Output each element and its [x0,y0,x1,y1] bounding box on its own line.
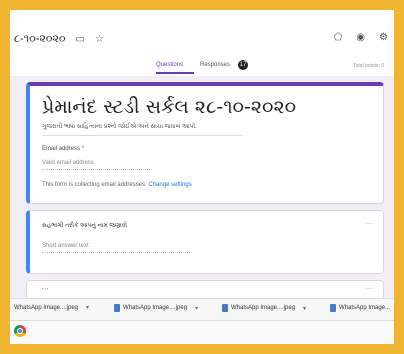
palette-icon[interactable]: ⬠ [334,32,343,43]
top-strip [10,10,394,18]
email-field: Valid email address [42,160,152,170]
download-name: WhatsApp Image....jpeg [123,305,188,311]
next-question-card[interactable]: ⋯ ⋯ [26,280,384,300]
collect-note-text: This form is collecting email addresses. [42,182,147,188]
doc-header: ૮-૧૦-૨૦૨૦ ▭ ☆ ⬠ ◉ ⚙ [10,28,394,50]
form-title[interactable]: પ્રેમાનંદ સ્ટડી સર્કલ ૨૮-૧૦-૨૦૨૦ [42,96,296,118]
chevron-down-icon[interactable]: ▾ [195,305,198,312]
chevron-down-icon[interactable]: ▾ [86,304,89,311]
download-name: WhatsApp Image....jpeg [231,305,296,311]
drag-handle-icon[interactable]: ⋯ [365,219,373,228]
question-title[interactable]: સહભાગી તરીકે આપનું નામ જણાવો [42,223,127,230]
tab-underline [156,72,194,74]
downloads-bar: WhatsApp Image....jpeg ▾ WhatsApp Image.… [10,298,394,321]
total-points: Total points: 0 [353,63,384,69]
tab-responses[interactable]: Responses [200,62,230,68]
eye-icon[interactable]: ◉ [356,32,365,43]
file-icon [330,304,336,312]
download-name: WhatsApp Image... [339,305,391,311]
question-card[interactable]: સહભાગી તરીકે આપનું નામ જણાવો Short answe… [26,210,384,274]
drag-handle-icon[interactable]: ⋯ [365,284,373,293]
tab-bar: Questions Responses 17 Total points: 0 [10,60,394,77]
doc-title[interactable]: ૮-૧૦-૨૦૨૦ [14,33,66,46]
form-description[interactable]: ગુજરાતી ભાષા સાહિત્યના પ્રશ્નો જોઈએ અને … [42,124,242,136]
download-item[interactable]: WhatsApp Image....jpeg ▾ [14,304,89,312]
chrome-icon[interactable] [14,325,26,337]
chevron-down-icon[interactable]: ▾ [303,305,306,312]
taskbar [10,320,394,344]
drag-handle-icon[interactable]: ⋯ [41,284,49,293]
folder-icon[interactable]: ▭ [76,34,85,45]
download-item[interactable]: WhatsApp Image....jpeg ▾ [114,304,198,312]
change-settings-link[interactable]: Change settings [148,182,191,188]
form-header-card[interactable]: પ્રેમાનંદ સ્ટડી સર્કલ ૨૮-૧૦-૨૦૨૦ ગુજરાતી… [26,82,384,204]
tab-questions[interactable]: Questions [156,62,183,68]
star-icon[interactable]: ☆ [95,34,104,45]
header-actions: ⬠ ◉ ⚙ [334,32,388,43]
download-item[interactable]: WhatsApp Image....jpeg ▾ [222,304,306,312]
download-name: WhatsApp Image....jpeg [14,304,79,311]
file-icon [114,304,120,312]
file-icon [222,304,228,312]
email-label-text: Email address [42,146,81,152]
email-label: Email address * [42,146,84,152]
gear-icon[interactable]: ⚙ [379,32,388,43]
responses-count-badge: 17 [238,60,248,70]
download-item[interactable]: WhatsApp Image... [330,304,390,312]
required-asterisk: * [81,146,85,152]
collect-email-note: This form is collecting email addresses.… [42,182,192,188]
short-answer-field: Short answer text [42,243,192,253]
screen: ૮-૧૦-૨૦૨૦ ▭ ☆ ⬠ ◉ ⚙ Questions Responses … [10,10,394,344]
